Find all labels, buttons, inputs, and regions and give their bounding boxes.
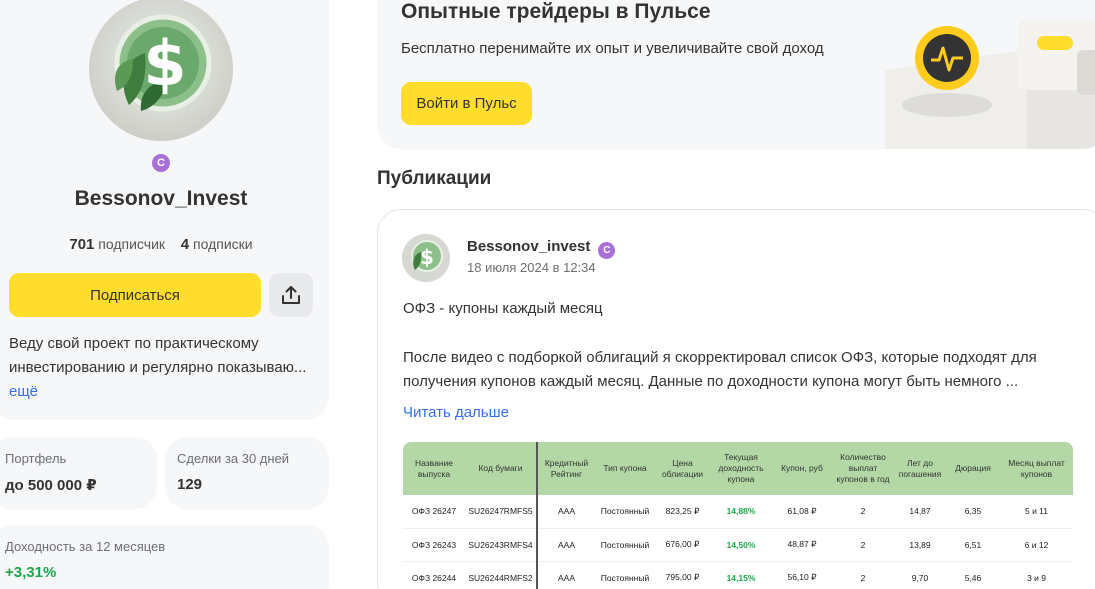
table-cell: 9,70 bbox=[894, 561, 946, 589]
following-link[interactable]: 4 подписки bbox=[180, 236, 253, 253]
dollar-coin-icon: $ bbox=[89, 0, 233, 141]
table-cell: 2 bbox=[832, 528, 894, 562]
table-cell: ОФЗ 26247 bbox=[403, 495, 465, 529]
bond-table-header-row: Название выпуска Код бумаги Кредитный Ре… bbox=[403, 442, 1073, 495]
profile-name: Bessonov_Invest bbox=[74, 187, 248, 210]
post-body-line-2: получения купонов каждый месяц. Данные п… bbox=[403, 373, 1019, 390]
pulse-promo-banner: Опытные трейдеры в Пульсе Бесплатно пере… bbox=[377, 0, 1095, 149]
table-cell: Постоянный bbox=[595, 561, 655, 589]
post-author-avatar[interactable]: $ bbox=[402, 234, 450, 282]
subscribe-button[interactable]: Подписаться bbox=[9, 273, 261, 317]
table-cell: 6 и 12 bbox=[1000, 528, 1073, 562]
publication-card[interactable]: $ Bessonov_invest C 18 июля 2024 в 12:34 … bbox=[377, 209, 1095, 589]
table-cell: 48,87 ₽ bbox=[772, 528, 832, 562]
table-cell: Постоянный bbox=[595, 528, 655, 562]
table-header: Дюрация bbox=[946, 442, 1000, 495]
followers-count: 701 bbox=[69, 236, 95, 253]
table-cell: 2 bbox=[832, 495, 894, 529]
bio-line-2: инвестированию и регулярно показываю... bbox=[9, 359, 307, 376]
profile-stats: 701 подписчик 4 подписки bbox=[0, 236, 322, 253]
post-heading: ОФЗ - купоны каждый месяц bbox=[403, 300, 603, 317]
followers-link[interactable]: 701 подписчик bbox=[69, 236, 169, 253]
verified-badge-icon: C bbox=[152, 154, 170, 172]
table-cell: 14,88% bbox=[710, 495, 772, 529]
table-cell: SU26247RMFS5 bbox=[465, 495, 538, 529]
table-cell: 14,15% bbox=[710, 561, 772, 589]
following-label: подписки bbox=[193, 236, 253, 252]
table-row: ОФЗ 26243 SU26243RMFS4 AAA Постоянный 67… bbox=[403, 528, 1073, 562]
table-header: Месяц выплат купонов bbox=[1000, 442, 1073, 495]
verified-badge-icon: C bbox=[598, 242, 616, 259]
table-row: ОФЗ 26247 SU26247RMFS5 AAA Постоянный 82… bbox=[403, 495, 1073, 529]
post-date: 18 июля 2024 в 12:34 bbox=[467, 260, 596, 275]
table-cell: SU26244RMFS2 bbox=[465, 561, 538, 589]
share-button[interactable] bbox=[269, 273, 313, 317]
read-more-link[interactable]: Читать дальше bbox=[403, 404, 509, 421]
bio-line-1: Веду свой проект по практическому bbox=[9, 335, 259, 352]
promo-subtitle: Бесплатно перенимайте их опыт и увеличив… bbox=[401, 40, 824, 57]
publications-title: Публикации bbox=[377, 168, 492, 189]
table-cell: SU26243RMFS4 bbox=[465, 528, 538, 562]
table-cell: 823,25 ₽ bbox=[655, 495, 710, 529]
table-cell: 6,51 bbox=[946, 528, 1000, 562]
enter-pulse-button[interactable]: Войти в Пульс bbox=[401, 82, 532, 125]
profile-bio: Веду свой проект по практическому инвест… bbox=[9, 332, 319, 404]
pulse-illustration-icon bbox=[885, 20, 1095, 149]
table-cell: ОФЗ 26243 bbox=[403, 528, 465, 562]
deals-label: Сделки за 30 дней bbox=[177, 451, 290, 466]
table-cell: 56,10 ₽ bbox=[772, 561, 832, 589]
table-cell: 5 и 11 bbox=[1000, 495, 1073, 529]
table-cell: ОФЗ 26244 bbox=[403, 561, 465, 589]
table-cell: 795,00 ₽ bbox=[655, 561, 710, 589]
table-header: Тип купона bbox=[595, 442, 655, 495]
table-cell: 5,46 bbox=[946, 561, 1000, 589]
table-cell: 3 и 9 bbox=[1000, 561, 1073, 589]
post-body: После видео с подборкой облигаций я скор… bbox=[403, 346, 1063, 394]
table-header: Текущая доходность купона bbox=[710, 442, 772, 495]
portfolio-tile: Портфель до 500 000 ₽ bbox=[0, 437, 157, 509]
deals-tile: Сделки за 30 дней 129 bbox=[165, 437, 329, 509]
share-upload-icon bbox=[282, 286, 300, 304]
profile-avatar[interactable]: $ bbox=[89, 0, 233, 141]
yield-tile: Доходность за 12 месяцев +3,31% bbox=[0, 525, 329, 589]
table-cell: 61,08 ₽ bbox=[772, 495, 832, 529]
table-cell: 14,87 bbox=[894, 495, 946, 529]
yield-value: +3,31% bbox=[5, 564, 57, 581]
table-header: Купон, руб bbox=[772, 442, 832, 495]
table-cell: Постоянный bbox=[595, 495, 655, 529]
table-header: Цена облигации bbox=[655, 442, 710, 495]
post-author-name[interactable]: Bessonov_invest C bbox=[467, 238, 616, 259]
table-cell: 676,00 ₽ bbox=[655, 528, 710, 562]
table-cell: AAA bbox=[537, 495, 595, 529]
promo-title: Опытные трейдеры в Пульсе bbox=[401, 0, 711, 23]
table-header: Код бумаги bbox=[465, 442, 538, 495]
deals-value: 129 bbox=[177, 476, 203, 493]
post-author-label: Bessonov_invest bbox=[467, 238, 591, 255]
bio-more-link[interactable]: ещё bbox=[9, 380, 319, 404]
followers-label: подписчик bbox=[98, 236, 166, 252]
table-cell: AAA bbox=[537, 528, 595, 562]
portfolio-value: до 500 000 ₽ bbox=[5, 477, 97, 494]
table-cell: AAA bbox=[537, 561, 595, 589]
table-header: Кредитный Рейтинг bbox=[537, 442, 595, 495]
yield-label: Доходность за 12 месяцев bbox=[5, 539, 166, 554]
following-count: 4 bbox=[180, 236, 190, 253]
post-body-line-1: После видео с подборкой облигаций я скор… bbox=[403, 349, 1037, 366]
svg-text:$: $ bbox=[420, 245, 434, 269]
table-row: ОФЗ 26244 SU26244RMFS2 AAA Постоянный 79… bbox=[403, 561, 1073, 589]
svg-text:$: $ bbox=[143, 27, 186, 100]
table-cell: 13,89 bbox=[894, 528, 946, 562]
dollar-coin-icon: $ bbox=[402, 234, 450, 282]
table-cell: 14,50% bbox=[710, 528, 772, 562]
table-header: Название выпуска bbox=[403, 442, 465, 495]
table-cell: 2 bbox=[832, 561, 894, 589]
portfolio-label: Портфель bbox=[5, 451, 67, 466]
bond-table-image[interactable]: Название выпуска Код бумаги Кредитный Ре… bbox=[403, 442, 1073, 589]
table-header: Лет до погашения bbox=[894, 442, 946, 495]
table-cell: 6,35 bbox=[946, 495, 1000, 529]
table-header: Количество выплат купонов в год bbox=[832, 442, 894, 495]
